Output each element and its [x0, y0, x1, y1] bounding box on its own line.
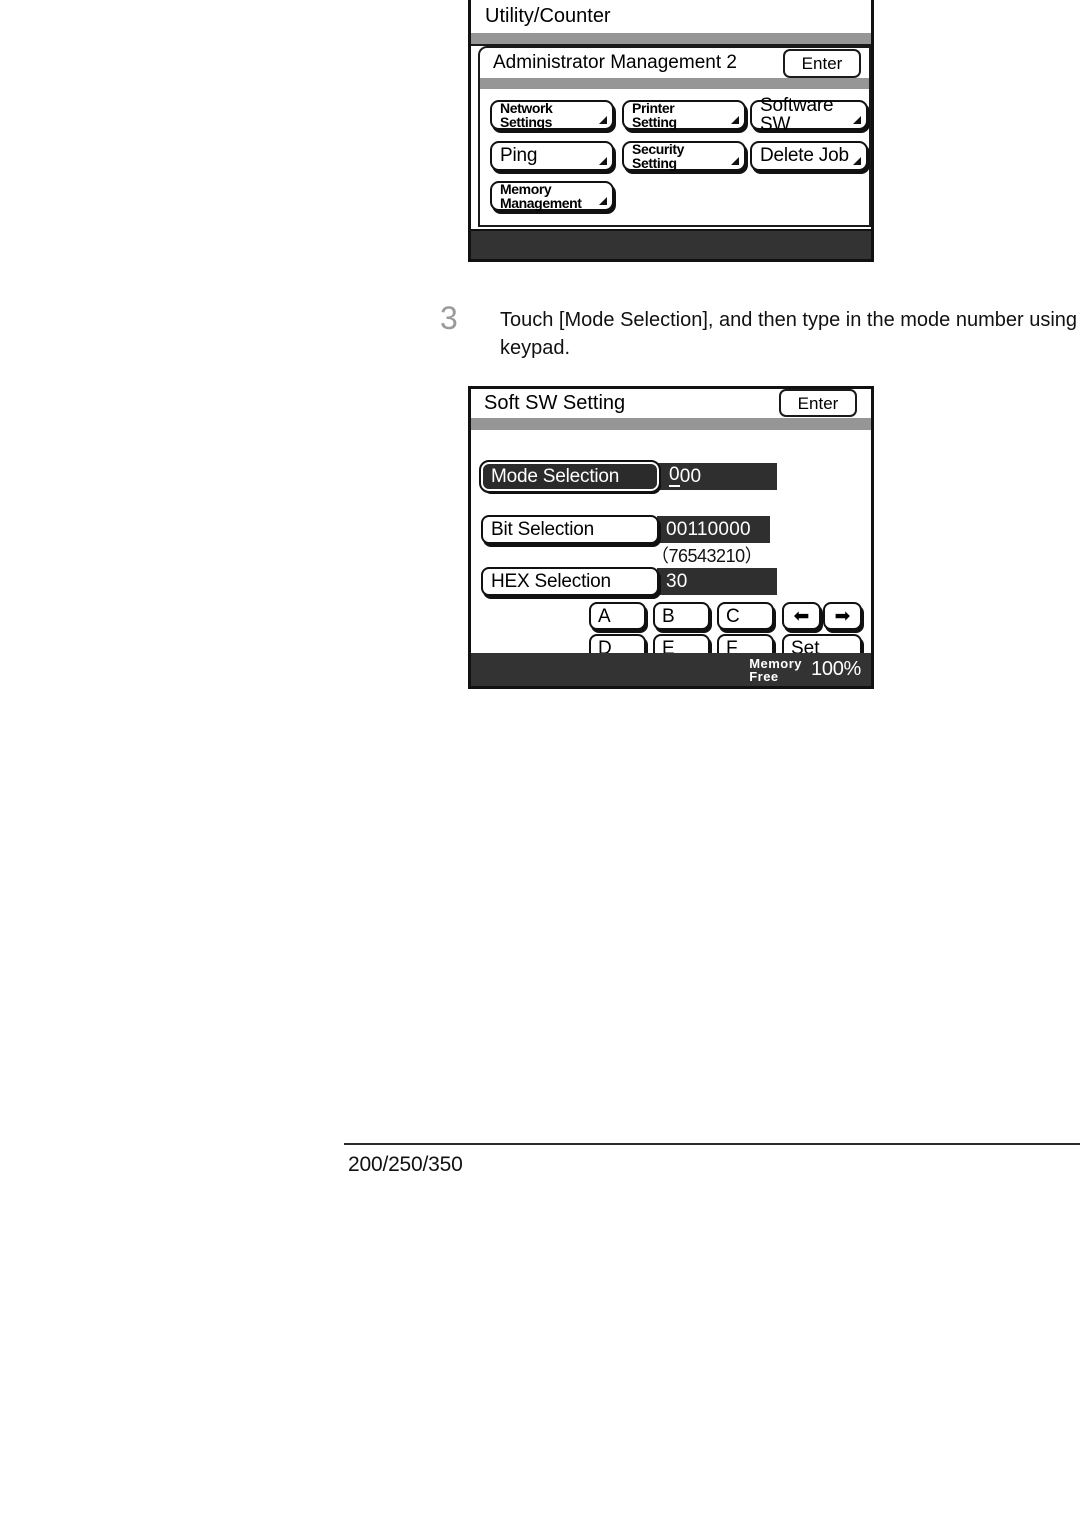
- utility-enter-button[interactable]: Enter: [783, 49, 861, 78]
- footer-model-numbers: 200/250/350: [348, 1153, 463, 1176]
- submenu-corner-icon: [853, 116, 861, 124]
- utility-divider: [471, 33, 871, 46]
- softkey-delete-job-label: Delete Job: [760, 145, 849, 167]
- submenu-corner-icon: [731, 157, 739, 165]
- hex-key-a[interactable]: A: [589, 602, 646, 630]
- mode-selection-cursor-digit: 0: [669, 464, 680, 487]
- subwindow-divider: [480, 78, 869, 89]
- cursor-left-button[interactable]: ⬅: [782, 602, 821, 630]
- memory-free-label: Memory Free: [749, 655, 803, 684]
- cursor-right-button[interactable]: ➡: [823, 602, 862, 630]
- footer-rule: [344, 1143, 1080, 1145]
- submenu-corner-icon: [731, 116, 739, 124]
- softkey-delete-job[interactable]: Delete Job: [750, 141, 868, 171]
- mode-selection-value: 0 00: [657, 463, 777, 490]
- memory-free-value: 100%: [811, 658, 861, 680]
- softkey-printer-setting[interactable]: Printer Setting: [622, 100, 746, 130]
- softsw-divider: [471, 418, 871, 430]
- bit-position-legend: （76543210）: [651, 546, 763, 566]
- hex-key-c[interactable]: C: [717, 602, 774, 630]
- step-instruction-text: Touch [Mode Selection], and then type in…: [500, 309, 1080, 360]
- utility-title-bar: Utility/Counter: [471, 0, 871, 33]
- utility-status-bar: [471, 229, 871, 259]
- softkey-network-settings-label: Network Settings: [500, 99, 553, 130]
- softsw-status-bar: Memory Free 100%: [471, 653, 871, 686]
- softsw-title: Soft SW Setting: [484, 392, 626, 414]
- hex-key-b[interactable]: B: [653, 602, 710, 630]
- utility-counter-panel: Utility/Counter Administrator Management…: [468, 0, 874, 262]
- softkey-security-setting-label: Security Setting: [632, 140, 685, 171]
- softkey-software-sw-label: Software SW: [760, 94, 834, 135]
- submenu-corner-icon: [599, 116, 607, 124]
- bit-selection-value: 00110000: [657, 516, 770, 543]
- bit-selection-button[interactable]: Bit Selection: [481, 515, 659, 544]
- mode-selection-button[interactable]: Mode Selection: [479, 460, 661, 493]
- submenu-corner-icon: [599, 197, 607, 205]
- softkey-security-setting[interactable]: Security Setting: [622, 141, 746, 171]
- softkey-memory-management-label: Memory Management: [500, 180, 582, 211]
- hex-selection-button[interactable]: HEX Selection: [481, 567, 659, 596]
- arrow-left-icon: ⬅: [793, 605, 810, 627]
- soft-sw-setting-panel: Soft SW Setting Enter 0 00 Mode Selection…: [468, 386, 874, 689]
- mode-selection-value-rest: 00: [679, 465, 702, 487]
- hex-selection-value: 30: [657, 568, 777, 595]
- utility-title: Utility/Counter: [485, 5, 611, 27]
- softkey-ping[interactable]: Ping: [490, 141, 614, 171]
- softkey-memory-management[interactable]: Memory Management: [490, 181, 614, 211]
- softkey-network-settings[interactable]: Network Settings: [490, 100, 614, 130]
- softkey-printer-setting-label: Printer Setting: [632, 99, 677, 130]
- softkey-software-sw[interactable]: Software SW: [750, 95, 868, 134]
- step-number: 3: [440, 300, 458, 336]
- arrow-right-icon: ➡: [834, 605, 851, 627]
- submenu-corner-icon: [853, 157, 861, 165]
- administrator-management-subwindow: Administrator Management 2 Enter Network…: [478, 46, 871, 227]
- subwindow-title: Administrator Management 2: [493, 52, 737, 73]
- softkey-ping-label: Ping: [500, 145, 538, 167]
- submenu-corner-icon: [599, 157, 607, 165]
- softsw-enter-button[interactable]: Enter: [779, 389, 857, 417]
